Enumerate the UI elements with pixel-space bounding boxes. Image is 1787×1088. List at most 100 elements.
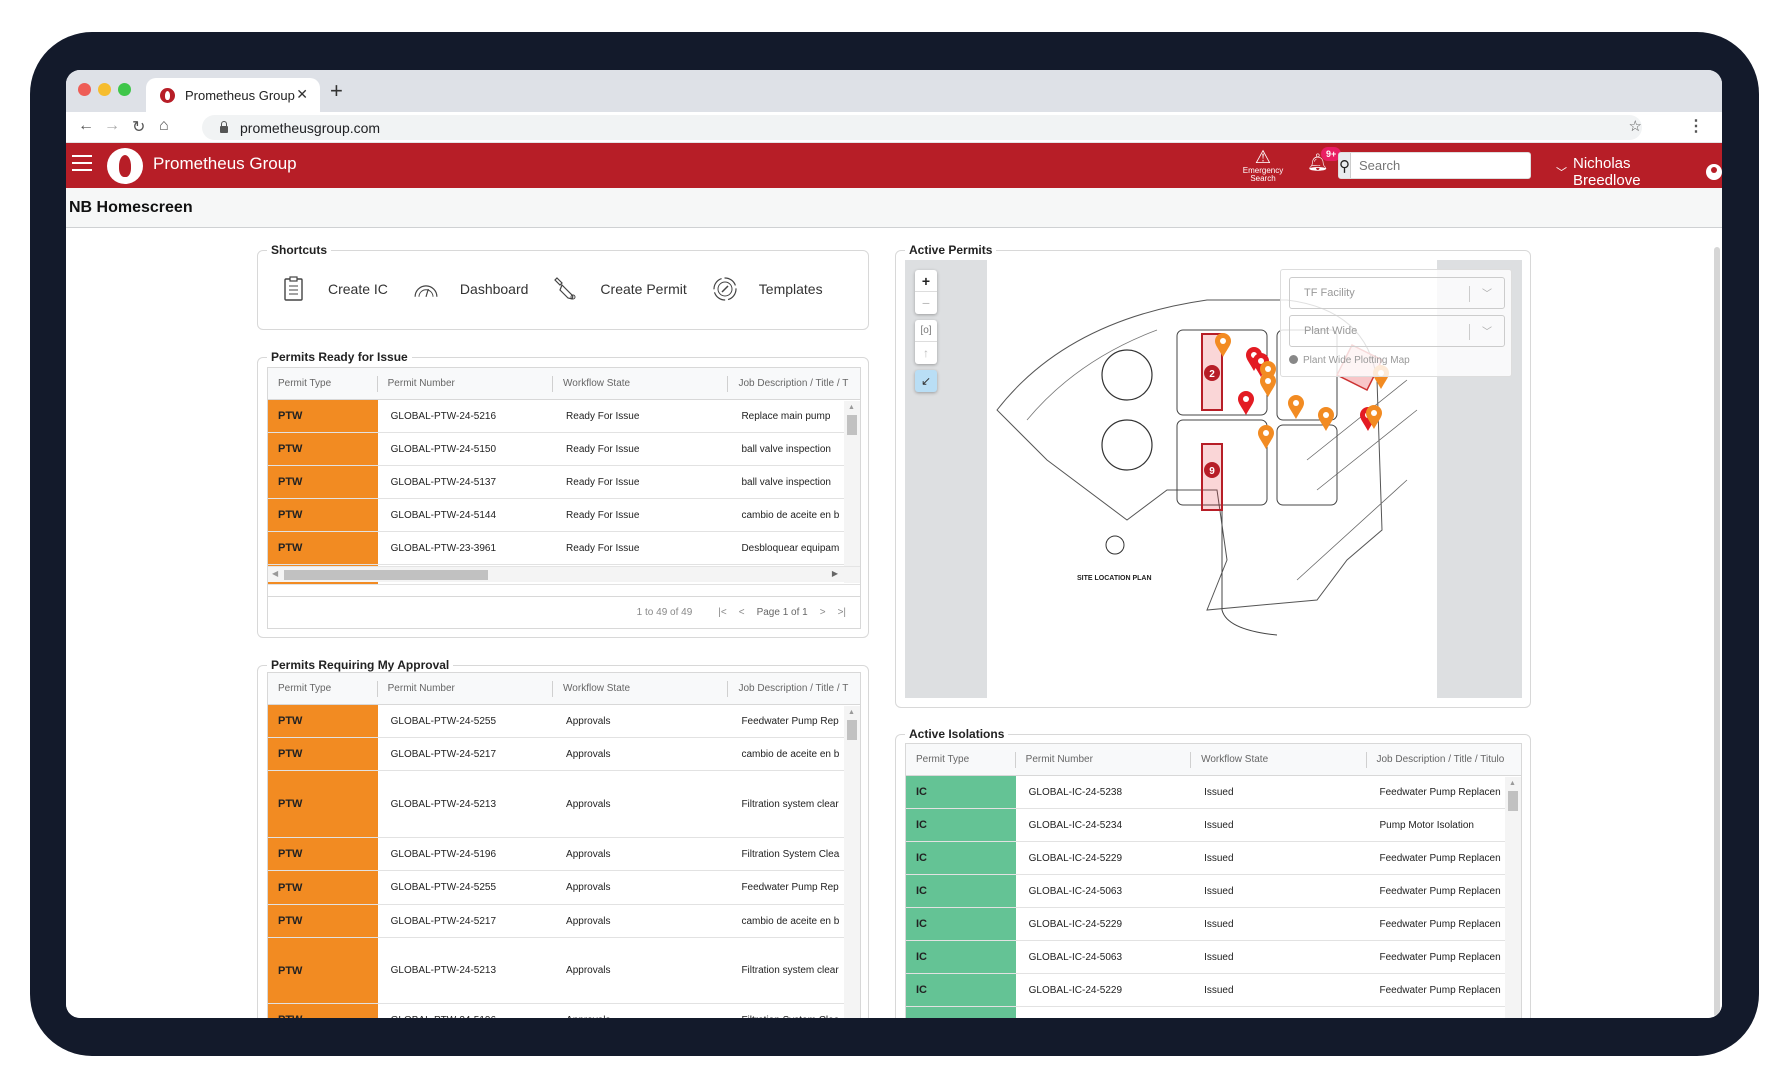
facility-select[interactable]: TF Facility ﹀ (1289, 277, 1505, 309)
permit-marker-orange[interactable] (1257, 424, 1275, 450)
table-row[interactable]: PTW GLOBAL-PTW-24-5217 Approvals cambio de … (268, 738, 860, 771)
table-row[interactable]: ICGLOBAL-IC-24-5063IssuedFeedwater Pump … (906, 1007, 1521, 1018)
permit-marker-orange[interactable] (1287, 394, 1305, 420)
minimize-window-button[interactable] (98, 83, 111, 96)
column-header[interactable]: Permit Type (268, 376, 378, 392)
user-menu[interactable]: ﹀ Nicholas Breedlove (1556, 155, 1722, 189)
table-row[interactable]: PTW GLOBAL-PTW-24-5255 Approvals Feedwater … (268, 705, 860, 738)
browser-tab[interactable]: Prometheus Group ✕ (146, 78, 320, 112)
column-header[interactable]: Permit Number (378, 681, 554, 697)
permit-type-cell: IC (906, 776, 1016, 808)
bookmark-star-icon[interactable]: ☆ (1629, 117, 1642, 135)
permit-number-cell: GLOBAL-IC-24-5229 (1028, 852, 1123, 864)
first-page-button[interactable]: |< (718, 607, 726, 618)
table-row[interactable]: PTW GLOBAL-PTW-23-3961 Ready For Issue Desb… (268, 532, 860, 565)
scroll-up-arrow-icon[interactable]: ▲ (848, 709, 855, 716)
column-header[interactable]: Workflow State (553, 376, 729, 392)
permit-marker-red[interactable] (1237, 390, 1255, 416)
scroll-up-arrow-icon[interactable]: ▲ (848, 404, 855, 411)
forward-arrow-icon[interactable]: → (104, 117, 120, 135)
scroll-up-arrow-icon[interactable]: ▲ (1509, 780, 1516, 787)
column-header[interactable]: Permit Number (378, 376, 554, 392)
workflow-state-cell: Approvals (566, 882, 611, 893)
column-header[interactable]: Job Description / Title / T (728, 681, 860, 697)
job-description-cell: Feedwater Pump Replacen (1379, 984, 1501, 996)
scrollbar-thumb[interactable] (847, 415, 857, 435)
table-row[interactable]: PTW GLOBAL-PTW-24-5213 Approvals Filtration… (268, 771, 860, 838)
home-icon[interactable]: ⌂ (159, 117, 169, 135)
table-row[interactable]: PTW GLOBAL-PTW-24-5144 Ready For Issue camb… (268, 499, 860, 532)
prev-page-button[interactable]: < (739, 607, 745, 618)
page-scrollbar[interactable] (1714, 247, 1720, 1017)
browser-menu-icon[interactable]: ⋮ (1688, 116, 1704, 136)
reload-icon[interactable]: ↻ (132, 117, 145, 137)
column-header[interactable]: Permit Type (268, 681, 378, 697)
column-header[interactable]: Job Description / Title / Titulo (1367, 752, 1522, 768)
scrollbar-thumb[interactable] (284, 570, 488, 580)
table-row[interactable]: IC GLOBAL-IC-24-5229 Issued Feedwater Pump … (906, 974, 1521, 1007)
table-row[interactable]: PTW GLOBAL-PTW-24-5150 Ready For Issue ball… (268, 433, 860, 466)
search-input[interactable] (1351, 153, 1530, 178)
table-row[interactable]: IC GLOBAL-IC-24-5229 Issued Feedwater Pump … (906, 908, 1521, 941)
new-tab-button[interactable]: + (330, 78, 343, 104)
table-row[interactable]: ICGLOBAL-IC-24-5063IssuedFeedwater Pump … (906, 941, 1521, 974)
tab-close-icon[interactable]: ✕ (296, 86, 308, 103)
table-row[interactable]: PTWGLOBAL-PTW-24-5196ApprovalsFiltration… (268, 838, 860, 871)
shortcut-create-permit[interactable]: Create Permit (552, 275, 687, 303)
scrollbar-thumb[interactable] (847, 720, 857, 740)
horizontal-scrollbar[interactable]: ◀ ▶ (268, 566, 860, 582)
scroll-left-arrow-icon[interactable]: ◀ (272, 569, 278, 578)
vertical-scrollbar[interactable]: ▲ (1505, 777, 1521, 1018)
table-row[interactable]: PTW GLOBAL-PTW-24-5216 Ready For Issue Repl… (268, 400, 860, 433)
hamburger-menu-icon[interactable] (72, 155, 92, 173)
job-description-cell: Feedwater Pump Replacen (1379, 951, 1501, 963)
clipboard-icon (280, 275, 308, 303)
shortcut-create-ic[interactable]: Create IC (280, 275, 388, 303)
zoom-in-button[interactable]: + (915, 270, 937, 292)
column-header[interactable]: Job Description / Title / T (728, 376, 860, 392)
scroll-right-arrow-icon[interactable]: ▶ (832, 569, 838, 578)
url-input[interactable]: prometheusgroup.com (202, 115, 1642, 140)
shortcut-templates[interactable]: Templates (711, 275, 823, 303)
emergency-search-button[interactable]: ⚠ Emergency Search (1236, 147, 1290, 183)
shortcut-dashboard[interactable]: Dashboard (412, 275, 528, 303)
table-row[interactable]: PTW GLOBAL-PTW-24-5255 Approvals Feedwater … (268, 871, 860, 905)
table-row[interactable]: PTWGLOBAL-PTW-24-5196ApprovalsFiltration… (268, 1004, 860, 1018)
table-row[interactable]: IC GLOBAL-IC-24-5229 Issued Feedwater Pump … (906, 842, 1521, 875)
job-description-cell: Feedwater Pump Rep (741, 715, 839, 727)
column-header[interactable]: Workflow State (1191, 752, 1367, 768)
zoom-out-button[interactable]: − (915, 292, 937, 314)
maximize-window-button[interactable] (118, 83, 131, 96)
search-icon[interactable]: ⚲ (1339, 153, 1351, 178)
workflow-state-cell: Approvals (566, 798, 611, 810)
fit-extent-icon[interactable]: [o] (915, 320, 937, 342)
area-select[interactable]: Plant Wide ﹀ (1289, 315, 1505, 347)
permit-marker-orange[interactable] (1259, 372, 1277, 398)
next-page-button[interactable]: > (820, 607, 826, 618)
vertical-scrollbar[interactable]: ▲ (844, 706, 860, 1018)
job-description-cell: Filtration system clear (741, 965, 839, 976)
column-header[interactable]: Permit Type (906, 752, 1016, 768)
back-arrow-icon[interactable]: ← (78, 117, 94, 135)
permit-marker-orange[interactable] (1214, 332, 1232, 358)
job-description-cell: Feedwater Pump Replacen (1379, 885, 1501, 897)
north-arrow-icon[interactable]: ↑ (915, 342, 937, 364)
table-row[interactable]: IC GLOBAL-IC-24-5238 Issued Feedwater Pump … (906, 776, 1521, 809)
close-window-button[interactable] (78, 83, 91, 96)
permit-marker-orange[interactable] (1365, 404, 1383, 430)
job-description-cell: Filtration System Clea (741, 848, 840, 860)
column-header[interactable]: Permit Number (1016, 752, 1192, 768)
scrollbar-thumb[interactable] (1508, 791, 1518, 811)
vertical-scrollbar[interactable]: ▲▼ (844, 401, 860, 583)
table-row[interactable]: PTW GLOBAL-PTW-24-5213 Approvals Filtration… (268, 938, 860, 1004)
column-header[interactable]: Workflow State (553, 681, 729, 697)
collapse-map-button[interactable]: ↙ (915, 370, 937, 392)
table-row[interactable]: PTW GLOBAL-PTW-24-5217 Approvals cambio de … (268, 905, 860, 938)
job-description-cell: Filtration System Clea (728, 1015, 860, 1019)
permit-marker-orange[interactable] (1317, 406, 1335, 432)
site-map[interactable]: SITE LOCATION PLAN 2 9 + − [o] ↑ ↙ TF Fa… (905, 260, 1522, 698)
table-row[interactable]: PTW GLOBAL-PTW-24-5137 Ready For Issue ball… (268, 466, 860, 499)
last-page-button[interactable]: >| (838, 607, 846, 618)
table-row[interactable]: ICGLOBAL-IC-24-5063IssuedFeedwater Pump … (906, 875, 1521, 908)
table-row[interactable]: IC GLOBAL-IC-24-5234 Issued Pump Motor Isol… (906, 809, 1521, 842)
